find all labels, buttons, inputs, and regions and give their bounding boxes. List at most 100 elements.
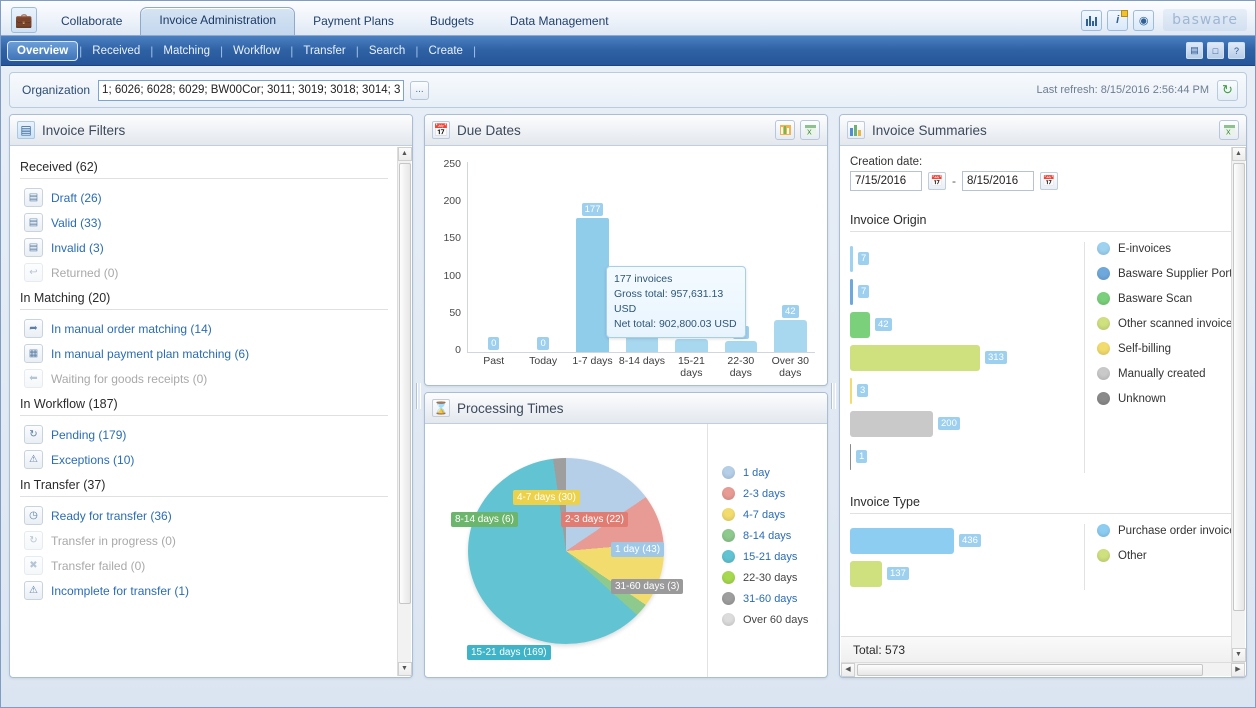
subnav-item-overview[interactable]: Overview — [7, 41, 78, 61]
filter-label: Draft (26) — [51, 191, 102, 205]
subnav-item-transfer[interactable]: Transfer — [294, 41, 354, 61]
filter-group-title-in-workflow: In Workflow (187) — [20, 391, 388, 415]
legend-label: 22-30 days — [743, 572, 797, 584]
invoice-summaries-vscrollbar[interactable]: ▲ ▼ — [1231, 147, 1245, 662]
processing-times-panel: ⌛ Processing Times 4-7 days (30) 8-14 da… — [424, 392, 828, 678]
subnav-item-workflow[interactable]: Workflow — [224, 41, 289, 61]
scroll-thumb[interactable] — [857, 664, 1203, 676]
origin-bar-basware-supplier-portal[interactable]: 7 — [850, 275, 1074, 308]
transfer-progress-icon: ↻ — [24, 531, 43, 550]
legend-item-other: Other — [1097, 549, 1232, 562]
legend-item-1-day[interactable]: 1 day — [722, 466, 827, 479]
scroll-thumb[interactable] — [399, 163, 411, 604]
filter-item-valid[interactable]: ▤ Valid (33) — [20, 210, 388, 235]
subnav-item-search[interactable]: Search — [360, 41, 414, 61]
invoice-filters-list: Received (62) ▤ Draft (26) ▤ Valid (33) … — [10, 146, 398, 677]
filter-item-exceptions[interactable]: ⚠ Exceptions (10) — [20, 447, 388, 472]
toggle-chart-view-icon[interactable] — [775, 120, 795, 140]
filter-label: In manual payment plan matching (6) — [51, 347, 249, 361]
legend-color-dot — [722, 613, 735, 626]
invoice-summaries-actions: X — [1219, 120, 1239, 140]
scroll-right-arrow-icon[interactable]: ▶ — [1231, 663, 1245, 677]
divider — [20, 178, 388, 179]
settings-target-icon[interactable]: ◉ — [1133, 10, 1154, 31]
organization-input[interactable] — [98, 80, 404, 101]
excel-glyph: X — [805, 125, 816, 136]
scroll-track[interactable] — [398, 161, 412, 662]
origin-bar-unknown[interactable]: 1 — [850, 440, 1074, 473]
scroll-down-arrow-icon[interactable]: ▼ — [398, 662, 412, 676]
filter-label: Transfer failed (0) — [51, 559, 145, 573]
export-excel-icon[interactable]: X — [800, 120, 820, 140]
scroll-up-arrow-icon[interactable]: ▲ — [1232, 147, 1246, 161]
legend-label: E-invoices — [1118, 243, 1171, 255]
tab-invoice-administration[interactable]: Invoice Administration — [140, 7, 295, 35]
filter-item-invalid[interactable]: ▤ Invalid (3) — [20, 235, 388, 260]
origin-bar-basware-scan[interactable]: 42 — [850, 308, 1074, 341]
invoice-summaries-total: Total: 573 — [841, 636, 1231, 662]
date-from-input[interactable] — [850, 171, 922, 191]
save-layout-icon[interactable]: ▤ — [1186, 42, 1203, 59]
subnav-item-received[interactable]: Received — [83, 41, 149, 61]
filter-item-draft[interactable]: ▤ Draft (26) — [20, 185, 388, 210]
refresh-icon[interactable]: ↻ — [1217, 80, 1238, 101]
scroll-up-arrow-icon[interactable]: ▲ — [398, 147, 412, 161]
scroll-thumb[interactable] — [1233, 163, 1245, 611]
scroll-track[interactable] — [1232, 161, 1246, 648]
legend-item-31-60-days[interactable]: 31-60 days — [722, 592, 827, 605]
returned-invoice-icon: ↩ — [24, 263, 43, 282]
organization-browse-button[interactable]: ... — [410, 81, 429, 100]
origin-bar-self-billing[interactable]: 3 — [850, 374, 1074, 407]
filter-label: Valid (33) — [51, 216, 101, 230]
tab-budgets[interactable]: Budgets — [412, 8, 492, 35]
type-bar-other[interactable]: 137 — [850, 557, 1074, 590]
help-icon[interactable]: ? — [1228, 42, 1245, 59]
calendar-icon-from[interactable]: 📅 — [928, 172, 946, 190]
legend-label: 2-3 days — [743, 488, 785, 500]
date-to-input[interactable] — [962, 171, 1034, 191]
bar-over-30-days[interactable]: 42 — [766, 162, 815, 352]
scroll-track[interactable] — [855, 663, 1231, 677]
legend-item-2-3-days[interactable]: 2-3 days — [722, 487, 827, 500]
window-icon[interactable]: □ — [1207, 42, 1224, 59]
tab-data-management[interactable]: Data Management — [492, 8, 627, 35]
export-excel-icon[interactable]: X — [1219, 120, 1239, 140]
filter-item-incomplete-for-transfer[interactable]: ⚠ Incomplete for transfer (1) — [20, 578, 388, 603]
splitter-right[interactable] — [828, 114, 839, 678]
legend-item-e-invoices: E-invoices — [1097, 242, 1232, 255]
pie-chart-area: 4-7 days (30) 8-14 days (6) 2-3 days (22… — [425, 424, 827, 677]
subnav-item-matching[interactable]: Matching — [154, 41, 219, 61]
scroll-down-arrow-icon[interactable]: ▼ — [1232, 648, 1246, 662]
reports-chart-icon[interactable] — [1081, 10, 1102, 31]
invoice-summaries-hscrollbar[interactable]: ◀ ▶ — [841, 662, 1245, 676]
invoice-filters-scrollbar[interactable]: ▲ ▼ — [397, 147, 411, 676]
legend-item-15-21-days[interactable]: 15-21 days — [722, 550, 827, 563]
origin-bar-other-scanned-invoices[interactable]: 313 — [850, 341, 1074, 374]
legend-item-4-7-days[interactable]: 4-7 days — [722, 508, 827, 521]
tab-collaborate[interactable]: Collaborate — [43, 8, 140, 35]
bar-past[interactable]: 0 — [469, 162, 518, 352]
calendar-icon-to[interactable]: 📅 — [1040, 172, 1058, 190]
order-matching-icon: ➦ — [24, 319, 43, 338]
left-column: ▤ Invoice Filters Received (62) ▤ Draft … — [9, 114, 413, 678]
filter-item-pending[interactable]: ↻ Pending (179) — [20, 422, 388, 447]
filter-item-ready-for-transfer[interactable]: ◷ Ready for transfer (36) — [20, 503, 388, 528]
filter-item-manual-order-matching[interactable]: ➦ In manual order matching (14) — [20, 316, 388, 341]
bar-value-label: 313 — [985, 351, 1007, 364]
scroll-left-arrow-icon[interactable]: ◀ — [841, 663, 855, 677]
type-bar-purchase-order-invoices[interactable]: 436 — [850, 524, 1074, 557]
x-tick: 22-30 days — [716, 355, 765, 379]
bar-today[interactable]: 0 — [518, 162, 567, 352]
legend-item-8-14-days[interactable]: 8-14 days — [722, 529, 827, 542]
origin-bar-e-invoices[interactable]: 7 — [850, 242, 1074, 275]
invoice-origin-legend: E-invoices Basware Supplier Port Basware… — [1084, 242, 1232, 473]
subnav-item-create[interactable]: Create — [419, 41, 472, 61]
origin-bar-manually-created[interactable]: 200 — [850, 407, 1074, 440]
legend-color-dot — [722, 592, 735, 605]
info-icon[interactable]: i — [1107, 10, 1128, 31]
tab-payment-plans[interactable]: Payment Plans — [295, 8, 412, 35]
legend-color-dot — [1097, 549, 1110, 562]
filter-item-manual-payment-plan-matching[interactable]: ▦ In manual payment plan matching (6) — [20, 341, 388, 366]
legend-label: 1 day — [743, 467, 770, 479]
splitter-left[interactable] — [413, 114, 424, 678]
